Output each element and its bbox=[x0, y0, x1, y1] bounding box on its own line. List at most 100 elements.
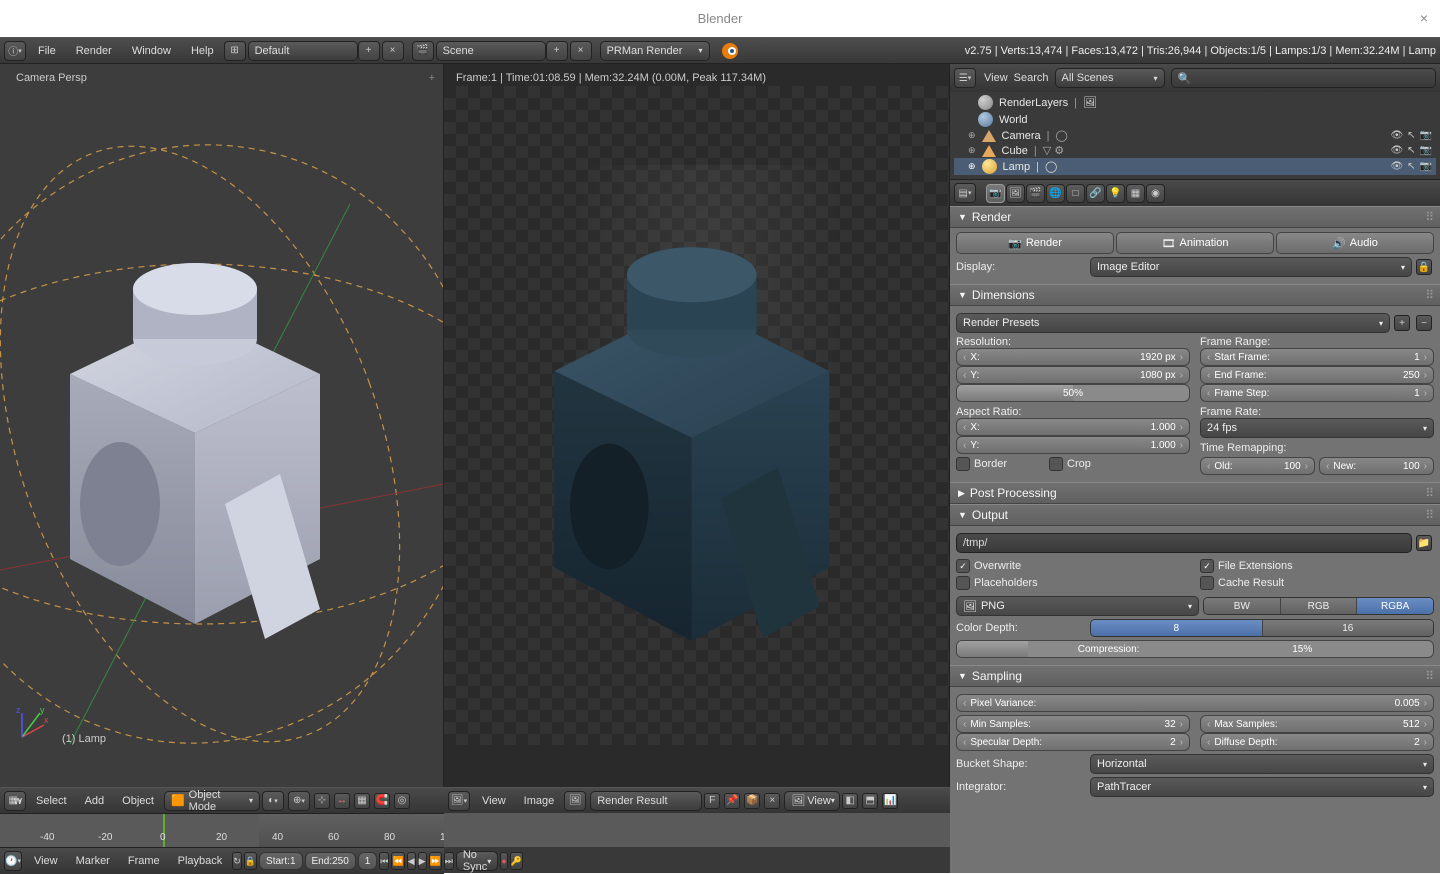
image-editor[interactable]: Frame:1 | Time:01:08.59 | Mem:32.24M (0.… bbox=[444, 64, 950, 787]
panel-sampling-header[interactable]: ▼Sampling⠿ bbox=[950, 665, 1440, 687]
delete-scene-icon[interactable]: × bbox=[570, 41, 592, 61]
tl-menu-marker[interactable]: Marker bbox=[68, 855, 118, 867]
eye-icon[interactable]: 👁 bbox=[1390, 161, 1403, 172]
outliner-search-input[interactable]: 🔍 bbox=[1171, 68, 1436, 88]
depth-8[interactable]: 8 bbox=[1091, 620, 1263, 636]
restrict-icon[interactable]: 🖼 bbox=[1083, 96, 1097, 109]
add-preset-icon[interactable]: + bbox=[1394, 315, 1410, 331]
aspect-x-field[interactable]: X:1.000 bbox=[956, 418, 1190, 436]
depth-16[interactable]: 16 bbox=[1263, 620, 1434, 636]
cache-checkbox[interactable] bbox=[1200, 576, 1214, 590]
tab-render-icon[interactable]: 📷 bbox=[986, 184, 1005, 203]
end-frame-field[interactable]: End Frame:250 bbox=[1200, 366, 1434, 384]
jump-last-icon[interactable]: ⏭ bbox=[444, 852, 454, 870]
remap-old-field[interactable]: Old:100 bbox=[1200, 457, 1315, 475]
render-restrict-icon[interactable]: 📷 bbox=[1420, 161, 1432, 172]
close-icon[interactable]: × bbox=[1420, 10, 1428, 26]
menu-add[interactable]: Add bbox=[77, 795, 113, 807]
img-menu-view[interactable]: View bbox=[474, 795, 514, 807]
tl-menu-playback[interactable]: Playback bbox=[170, 855, 231, 867]
outliner-item-camera[interactable]: ⊕ Camera |◯ 👁↖📷 bbox=[954, 128, 1436, 143]
data-icon[interactable]: ◯ bbox=[1045, 160, 1057, 173]
expand-icon[interactable]: ⊕ bbox=[968, 145, 976, 156]
keying-set-icon[interactable]: 🔑 bbox=[510, 852, 523, 870]
render-engine-dropdown[interactable]: PRMan Render▾ bbox=[600, 41, 710, 61]
resolution-y-field[interactable]: Y:1080 px bbox=[956, 366, 1190, 384]
cursor-icon[interactable]: ↖ bbox=[1407, 161, 1415, 172]
out-menu-view[interactable]: View bbox=[984, 72, 1008, 84]
resolution-x-field[interactable]: X:1920 px bbox=[956, 348, 1190, 366]
jump-first-icon[interactable]: ⏮ bbox=[379, 852, 389, 870]
file-format-dropdown[interactable]: 🖼 PNG▾ bbox=[956, 596, 1199, 616]
editor-type-image-icon[interactable]: 🖼▾ bbox=[448, 791, 470, 811]
menu-select[interactable]: Select bbox=[28, 795, 75, 807]
proportional-icon[interactable]: ◎ bbox=[394, 793, 410, 809]
cursor-icon[interactable]: ↖ bbox=[1407, 145, 1415, 156]
color-mode-toggle[interactable]: BW RGB RGBA bbox=[1203, 597, 1434, 615]
cursor-icon[interactable]: ↖ bbox=[1407, 130, 1415, 141]
tab-data-icon[interactable]: 💡 bbox=[1106, 184, 1125, 203]
tab-scene-icon[interactable]: 🎬 bbox=[1026, 184, 1045, 203]
tab-object-icon[interactable]: □ bbox=[1066, 184, 1085, 203]
bucket-shape-dropdown[interactable]: Horizontal▾ bbox=[1090, 754, 1434, 774]
menu-file[interactable]: File bbox=[28, 45, 66, 57]
out-menu-search[interactable]: Search bbox=[1014, 72, 1049, 84]
add-scene-icon[interactable]: + bbox=[546, 41, 568, 61]
tab-physics-icon[interactable]: ◉ bbox=[1146, 184, 1165, 203]
add-layout-icon[interactable]: + bbox=[358, 41, 380, 61]
remove-preset-icon[interactable]: − bbox=[1416, 315, 1432, 331]
timeline-mid-overlay[interactable] bbox=[444, 813, 950, 847]
expand-icon[interactable]: ⊕ bbox=[968, 130, 976, 141]
mode-rgba[interactable]: RGBA bbox=[1357, 598, 1433, 614]
fileext-checkbox[interactable]: ✓ bbox=[1200, 559, 1214, 573]
menu-object[interactable]: Object bbox=[114, 795, 162, 807]
render-button[interactable]: 📷 Render bbox=[956, 232, 1114, 254]
eye-icon[interactable]: 👁 bbox=[1390, 145, 1403, 156]
audio-button[interactable]: 🔊 Audio bbox=[1276, 232, 1434, 254]
expand-icon[interactable]: ⊕ bbox=[968, 161, 976, 172]
pixel-variance-field[interactable]: Pixel Variance:0.005 bbox=[956, 694, 1434, 712]
lock-interface-icon[interactable]: 🔒 bbox=[1416, 259, 1432, 275]
outliner-tree[interactable]: RenderLayers | 🖼 World ⊕ Camera |◯ 👁↖📷 ⊕ bbox=[950, 92, 1440, 179]
end-frame-field[interactable]: End:250 bbox=[305, 852, 356, 870]
editor-type-properties-icon[interactable]: ▤▾ bbox=[954, 183, 976, 203]
outliner-item-renderlayers[interactable]: RenderLayers | 🖼 bbox=[954, 94, 1436, 111]
timeline-ruler[interactable]: -40 -20 0 20 40 60 80 100 120 140 160 18… bbox=[0, 814, 444, 848]
tl-menu-frame[interactable]: Frame bbox=[120, 855, 168, 867]
render-pass-dropdown[interactable]: 🖼 View▾ bbox=[784, 791, 840, 811]
crop-checkbox[interactable] bbox=[1049, 457, 1063, 471]
3d-viewport[interactable]: Camera Persp + bbox=[0, 64, 444, 787]
tab-world-icon[interactable]: 🌐 bbox=[1046, 184, 1065, 203]
min-samples-field[interactable]: Min Samples:32 bbox=[956, 715, 1190, 733]
start-frame-field[interactable]: Start Frame:1 bbox=[1200, 348, 1434, 366]
slot-field[interactable]: F bbox=[704, 793, 720, 809]
autokey-icon[interactable]: ● bbox=[500, 852, 507, 870]
scopes-icon[interactable]: 📊 bbox=[882, 793, 898, 809]
jump-next-key-icon[interactable]: ⏩ bbox=[429, 852, 442, 870]
panel-dimensions-header[interactable]: ▼Dimensions⠿ bbox=[950, 284, 1440, 306]
menu-help[interactable]: Help bbox=[181, 45, 224, 57]
start-frame-field[interactable]: Start:1 bbox=[259, 852, 302, 870]
render-restrict-icon[interactable]: 📷 bbox=[1420, 130, 1432, 141]
panel-postprocessing-header[interactable]: ▶Post Processing⠿ bbox=[950, 482, 1440, 504]
tab-render-layers-icon[interactable]: 🖼 bbox=[1006, 184, 1025, 203]
file-browser-icon[interactable]: 📁 bbox=[1416, 535, 1432, 551]
animation-button[interactable]: 🎞 Animation bbox=[1116, 232, 1274, 254]
snap-icon[interactable]: 🧲 bbox=[374, 793, 390, 809]
mode-rgb[interactable]: RGB bbox=[1281, 598, 1358, 614]
display-channel-icon[interactable]: ◧ bbox=[842, 793, 858, 809]
mode-dropdown[interactable]: 🟧 Object Mode▾ bbox=[164, 791, 260, 811]
editor-type-timeline-icon[interactable]: 🕐▾ bbox=[4, 851, 22, 871]
menu-window[interactable]: Window bbox=[122, 45, 181, 57]
delete-layout-icon[interactable]: × bbox=[382, 41, 404, 61]
menu-render[interactable]: Render bbox=[66, 45, 122, 57]
compression-field[interactable]: Compression: 15% bbox=[956, 640, 1434, 658]
outliner-display-mode[interactable]: All Scenes▾ bbox=[1055, 68, 1165, 88]
specular-depth-field[interactable]: Specular Depth:2 bbox=[956, 733, 1190, 751]
eye-icon[interactable]: 👁 bbox=[1390, 130, 1403, 141]
scene-dropdown[interactable]: Scene bbox=[436, 41, 546, 61]
scene-browse-icon[interactable]: 🎬 bbox=[412, 41, 434, 61]
pivot-icon[interactable]: ⊕▾ bbox=[288, 791, 310, 811]
placeholders-checkbox[interactable] bbox=[956, 576, 970, 590]
render-presets-dropdown[interactable]: Render Presets▾ bbox=[956, 313, 1390, 333]
